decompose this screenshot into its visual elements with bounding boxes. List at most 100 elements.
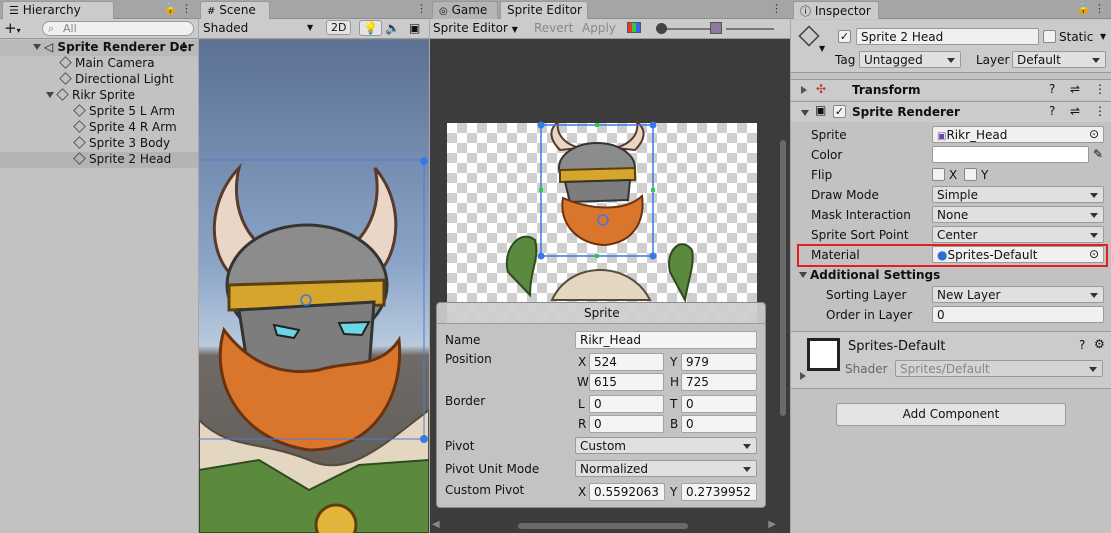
menu-dots-icon[interactable]: ⋮ — [1094, 104, 1106, 118]
audio-toggle-icon[interactable]: 🔈 — [385, 21, 400, 35]
rgb-toggle-icon[interactable] — [627, 22, 641, 33]
mip-slider[interactable] — [726, 28, 774, 30]
preset-icon[interactable]: ⇌ — [1070, 104, 1080, 118]
list-item[interactable]: Directional Light — [0, 72, 198, 88]
flip-x-checkbox[interactable] — [932, 168, 945, 181]
order-in-layer-field[interactable]: 0 — [932, 306, 1104, 323]
collapse-arrow-icon[interactable] — [801, 110, 809, 116]
sprite-renderer-enabled-checkbox[interactable]: ✓ — [833, 105, 846, 118]
draw-mode-dropdown[interactable]: Simple — [932, 186, 1104, 203]
preset-icon[interactable]: ⇌ — [1070, 82, 1080, 96]
expand-arrow-icon[interactable] — [33, 44, 41, 50]
expand-arrow-icon[interactable] — [800, 372, 806, 380]
sort-point-dropdown[interactable]: Center — [932, 226, 1104, 243]
scroll-left-icon[interactable]: ◀ — [432, 519, 440, 530]
shading-mode-dropdown[interactable]: Shaded ▼ — [203, 21, 315, 35]
list-item[interactable]: Sprite 3 Body — [0, 136, 198, 152]
tab-game[interactable]: ◎ Game — [432, 1, 498, 19]
collapse-arrow-icon[interactable] — [799, 272, 807, 278]
object-picker-icon[interactable]: ⊙ — [1089, 127, 1099, 141]
menu-dots-icon[interactable]: ⋮ — [178, 40, 190, 54]
help-icon[interactable]: ? — [1049, 82, 1055, 96]
pivot-unit-dropdown[interactable]: Normalized — [575, 460, 757, 477]
search-input[interactable]: ⌕ All — [42, 21, 194, 36]
material-field[interactable]: ●Sprites-Default ⊙ — [932, 246, 1104, 263]
vertical-scrollbar-thumb[interactable] — [780, 140, 786, 416]
border-r-field[interactable]: 0 — [589, 415, 664, 433]
expand-arrow-icon[interactable] — [46, 92, 54, 98]
add-component-button[interactable]: Add Component — [836, 403, 1066, 426]
scene-viewport[interactable] — [199, 40, 429, 533]
help-icon[interactable]: ? — [1049, 104, 1055, 118]
flip-y-checkbox[interactable] — [964, 168, 977, 181]
size-h-field[interactable]: 725 — [681, 373, 757, 391]
lock-icon[interactable]: 🔒 — [1077, 2, 1091, 15]
menu-dots-icon[interactable]: ⋮ — [1094, 82, 1106, 96]
vertical-scrollbar[interactable] — [778, 40, 788, 519]
mip-icon[interactable] — [776, 22, 787, 33]
sorting-layer-dropdown[interactable]: New Layer — [932, 286, 1104, 303]
tab-hierarchy[interactable]: ☰ Hierarchy — [2, 1, 114, 19]
zoom-slider[interactable] — [656, 23, 716, 34]
horizontal-scrollbar-thumb[interactable] — [518, 523, 688, 529]
scroll-right-icon[interactable]: ▶ — [768, 519, 776, 530]
border-b-field[interactable]: 0 — [681, 415, 757, 433]
border-l-field[interactable]: 0 — [589, 395, 664, 413]
chevron-down-icon[interactable]: ▼ — [1100, 32, 1106, 41]
tab-inspector[interactable]: ⓘ Inspector — [793, 1, 879, 19]
border-t-field[interactable]: 0 — [681, 395, 757, 413]
pivot-dropdown[interactable]: Custom — [575, 437, 757, 454]
static-checkbox[interactable] — [1043, 30, 1056, 43]
custom-pivot-x-field[interactable]: 0.5592063 — [589, 483, 665, 501]
apply-button[interactable]: Apply — [582, 21, 616, 35]
list-item[interactable]: Sprite 5 L Arm — [0, 104, 198, 120]
tab-scene[interactable]: # Scene — [200, 1, 270, 19]
hierarchy-scene-row[interactable]: ◁ Sprite Renderer Der ⋮ — [0, 40, 198, 56]
menu-dots-icon[interactable]: ⋮ — [181, 2, 192, 15]
sprite-name-field[interactable]: Rikr_Head — [575, 331, 757, 349]
sprite-renderer-header[interactable]: ▣ ✓ Sprite Renderer ? ⇌ ⋮ — [791, 101, 1111, 122]
lock-icon[interactable]: 🔒 — [164, 2, 178, 15]
expand-arrow-icon[interactable] — [801, 86, 807, 94]
list-item[interactable]: Main Camera — [0, 56, 198, 72]
list-item-selected[interactable]: Sprite 2 Head — [0, 152, 198, 168]
additional-settings-header[interactable]: Additional Settings — [799, 268, 940, 282]
tag-dropdown[interactable]: Untagged — [859, 51, 961, 68]
material-preview-swatch[interactable] — [807, 338, 840, 371]
size-w-field[interactable]: 615 — [589, 373, 664, 391]
tab-sprite-editor[interactable]: Sprite Editor — [500, 1, 588, 19]
horizontal-scrollbar[interactable]: ◀ ▶ — [430, 519, 778, 533]
revert-button[interactable]: Revert — [534, 21, 573, 35]
lighting-toggle-icon[interactable]: 💡 — [359, 20, 382, 36]
position-x-field[interactable]: 524 — [589, 353, 664, 371]
chevron-down-icon[interactable]: ▼ — [819, 44, 825, 53]
editor-mode-dropdown[interactable]: Sprite Editor ▼ — [433, 21, 518, 35]
object-picker-icon[interactable]: ⊙ — [1089, 247, 1099, 261]
sprite-canvas[interactable]: Sprite Name Rikr_Head Position X 524 Y 9… — [430, 40, 778, 519]
alpha-icon[interactable] — [710, 22, 722, 34]
zoom-slider-handle[interactable] — [656, 23, 667, 34]
position-y-field[interactable]: 979 — [681, 353, 757, 371]
gear-icon[interactable]: ⚙ — [1094, 337, 1105, 351]
toggle-2d-button[interactable]: 2D — [326, 20, 352, 35]
effects-icon[interactable]: ▣ — [409, 21, 420, 35]
shader-dropdown[interactable]: Sprites/Default — [895, 360, 1103, 377]
sprite-field[interactable]: ▣Rikr_Head ⊙ — [932, 126, 1104, 143]
transform-component-header[interactable]: ✣ Transform ? ⇌ ⋮ — [791, 79, 1111, 100]
tab-options[interactable]: 🔒 ⋮ — [1077, 2, 1105, 15]
menu-dots-icon[interactable]: ⋮ — [416, 2, 427, 15]
menu-dots-icon[interactable]: ⋮ — [771, 2, 782, 15]
color-field[interactable] — [932, 146, 1089, 163]
help-icon[interactable]: ? — [1079, 338, 1085, 352]
gameobject-large-icon[interactable] — [798, 25, 820, 47]
eyedropper-icon[interactable]: ✎ — [1093, 147, 1103, 161]
add-button[interactable]: +▾ — [4, 19, 21, 37]
menu-dots-icon[interactable]: ⋮ — [1094, 2, 1105, 15]
layer-dropdown[interactable]: Default — [1012, 51, 1106, 68]
list-item[interactable]: Sprite 4 R Arm — [0, 120, 198, 136]
list-item[interactable]: Rikr Sprite — [0, 88, 198, 104]
custom-pivot-y-field[interactable]: 0.2739952 — [681, 483, 757, 501]
active-checkbox[interactable]: ✓ — [838, 30, 851, 43]
object-name-field[interactable]: Sprite 2 Head — [856, 28, 1039, 45]
mask-interaction-dropdown[interactable]: None — [932, 206, 1104, 223]
